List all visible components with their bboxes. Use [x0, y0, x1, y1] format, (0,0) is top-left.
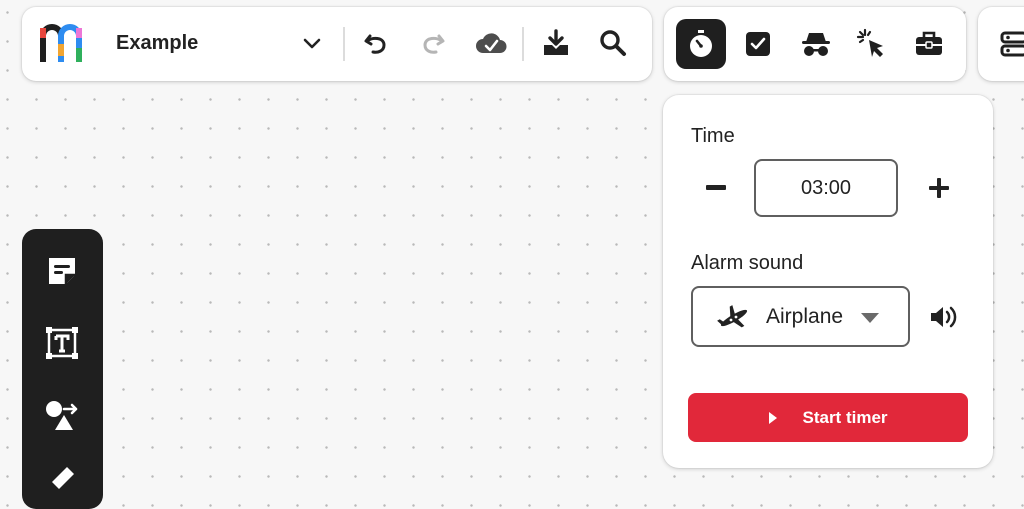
cursor-click-tool-button[interactable] — [847, 19, 897, 69]
settings-list-icon[interactable] — [996, 26, 1024, 62]
alarm-sound-select[interactable]: Airplane — [691, 286, 910, 347]
play-icon — [769, 411, 778, 424]
board-title[interactable]: Example — [116, 32, 198, 55]
search-icon[interactable] — [595, 25, 631, 61]
right-toolbar — [978, 7, 1024, 81]
toolbox-icon — [916, 31, 942, 55]
timer-icon — [690, 30, 712, 57]
decrease-time-button[interactable] — [696, 168, 736, 208]
cloud-saved-icon[interactable] — [473, 26, 509, 62]
time-label: Time — [691, 125, 735, 147]
time-input[interactable]: 03:00 — [754, 159, 898, 217]
timer-popup: Time 03:00 Alarm sound Airplane Start ti… — [663, 95, 993, 468]
shapes-icon[interactable] — [40, 393, 84, 437]
pen-icon[interactable] — [40, 457, 84, 501]
alarm-sound-label: Alarm sound — [691, 252, 804, 274]
toolbar-divider — [522, 27, 524, 61]
board-menu-chevron-icon[interactable] — [294, 26, 330, 62]
airplane-icon — [717, 305, 748, 328]
checkbox-tool-button[interactable] — [733, 19, 783, 69]
plus-icon — [929, 178, 949, 198]
timer-tool-button[interactable] — [676, 19, 726, 69]
app-logo[interactable] — [38, 22, 94, 66]
incognito-tool-button[interactable] — [791, 19, 841, 69]
increase-time-button[interactable] — [919, 168, 959, 208]
undo-icon[interactable] — [358, 26, 394, 62]
text-icon[interactable] — [40, 321, 84, 365]
incognito-icon — [802, 33, 830, 56]
sticky-note-icon[interactable] — [40, 249, 84, 293]
redo-icon[interactable] — [415, 26, 451, 62]
checkbox-icon — [746, 32, 770, 56]
cursor-click-icon — [856, 28, 883, 57]
volume-icon[interactable] — [923, 297, 963, 337]
dropdown-caret-icon — [861, 313, 879, 323]
minus-icon — [706, 185, 726, 190]
toolbox-tool-button[interactable] — [904, 19, 954, 69]
toolbar-divider — [343, 27, 345, 61]
start-timer-label: Start timer — [802, 407, 888, 427]
tools-toolbar — [664, 7, 966, 81]
start-timer-button[interactable]: Start timer — [688, 393, 968, 442]
download-icon[interactable] — [538, 25, 574, 61]
left-toolbar — [22, 229, 103, 509]
alarm-sound-value: Airplane — [766, 305, 844, 328]
main-toolbar: Example — [22, 7, 652, 81]
